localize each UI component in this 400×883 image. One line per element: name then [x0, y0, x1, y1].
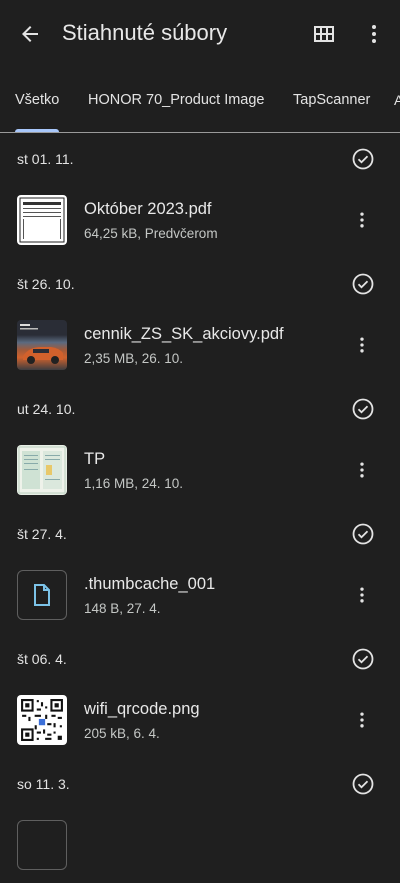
- more-vert-icon: [360, 337, 364, 353]
- select-all-check-icon[interactable]: [351, 397, 375, 421]
- select-all-check-icon[interactable]: [351, 772, 375, 796]
- qr-code-thumbnail: [17, 695, 67, 745]
- top-app-bar: Stiahnuté súbory: [0, 0, 400, 68]
- page-title: Stiahnuté súbory: [62, 20, 228, 45]
- file-thumbnail: [17, 820, 67, 870]
- file-name: cennik_ZS_SK_akciovy.pdf: [84, 325, 284, 343]
- more-vert-icon: [372, 25, 376, 43]
- group-date: so 11. 3.: [17, 776, 70, 792]
- filter-tabs: Všetko HONOR 70_Product Image TapScanner…: [0, 68, 400, 133]
- select-all-check-icon[interactable]: [351, 522, 375, 546]
- file-row[interactable]: wifi_qrcode.png 205 kB, 6. 4.: [0, 683, 400, 758]
- file-name: Október 2023.pdf: [84, 200, 212, 218]
- select-all-check-icon[interactable]: [351, 272, 375, 296]
- date-group-header: st 01. 11.: [0, 133, 400, 183]
- file-row[interactable]: .thumbcache_001 148 B, 27. 4.: [0, 558, 400, 633]
- date-group-header: št 26. 10.: [0, 258, 400, 308]
- select-all-check-icon[interactable]: [351, 647, 375, 671]
- brochure-thumbnail: [17, 320, 67, 370]
- group-date: ut 24. 10.: [17, 401, 76, 417]
- tab-overflow[interactable]: A: [394, 92, 400, 108]
- file-meta: 148 B, 27. 4.: [84, 601, 161, 616]
- file-more-button[interactable]: [350, 200, 374, 240]
- tab-honor-70[interactable]: HONOR 70_Product Image: [88, 92, 265, 108]
- select-all-check-icon[interactable]: [351, 147, 375, 171]
- file-meta: 1,16 MB, 24. 10.: [84, 476, 184, 491]
- arrow-back-icon: [22, 26, 38, 42]
- more-vert-icon: [360, 712, 364, 728]
- file-meta: 2,35 MB, 26. 10.: [84, 351, 184, 366]
- group-date: st 01. 11.: [17, 151, 74, 167]
- back-button[interactable]: [6, 10, 54, 58]
- grid-view-button[interactable]: [300, 10, 348, 58]
- file-name: TP: [84, 450, 106, 468]
- group-date: št 06. 4.: [17, 651, 67, 667]
- file-name: .thumbcache_001: [84, 575, 216, 593]
- tab-tapscanner[interactable]: TapScanner: [293, 92, 370, 108]
- group-date: št 26. 10.: [17, 276, 75, 292]
- file-meta: 205 kB, 6. 4.: [84, 726, 160, 741]
- more-vert-icon: [360, 212, 364, 228]
- date-group-header: ut 24. 10.: [0, 383, 400, 433]
- file-row[interactable]: cennik_ZS_SK_akciovy.pdf 2,35 MB, 26. 10…: [0, 308, 400, 383]
- file-more-button[interactable]: [350, 700, 374, 740]
- file-meta: 64,25 kB, Predvčerom: [84, 226, 218, 241]
- file-list: st 01. 11. Október 2023.pdf 64,25 kB, Pr…: [0, 133, 400, 883]
- file-row[interactable]: TP 1,16 MB, 24. 10.: [0, 433, 400, 508]
- file-more-button[interactable]: [350, 450, 374, 490]
- date-group-header: št 27. 4.: [0, 508, 400, 558]
- group-date: št 27. 4.: [17, 526, 67, 542]
- file-more-button[interactable]: [350, 325, 374, 365]
- pdf-thumbnail: [17, 195, 67, 245]
- scanned-document-thumbnail: [17, 445, 67, 495]
- file-row[interactable]: Október 2023.pdf 64,25 kB, Predvčerom: [0, 183, 400, 258]
- more-vert-icon: [360, 587, 364, 603]
- file-name: wifi_qrcode.png: [84, 700, 200, 718]
- file-row-partial[interactable]: [0, 808, 400, 883]
- date-group-header: št 06. 4.: [0, 633, 400, 683]
- file-more-button[interactable]: [350, 575, 374, 615]
- more-options-button[interactable]: [350, 10, 398, 58]
- file-icon: [34, 584, 50, 606]
- date-group-header: so 11. 3.: [0, 758, 400, 808]
- grid-view-icon: [314, 26, 334, 42]
- tab-vsetko[interactable]: Všetko: [15, 92, 60, 132]
- more-vert-icon: [360, 462, 364, 478]
- generic-file-thumbnail: [17, 570, 67, 620]
